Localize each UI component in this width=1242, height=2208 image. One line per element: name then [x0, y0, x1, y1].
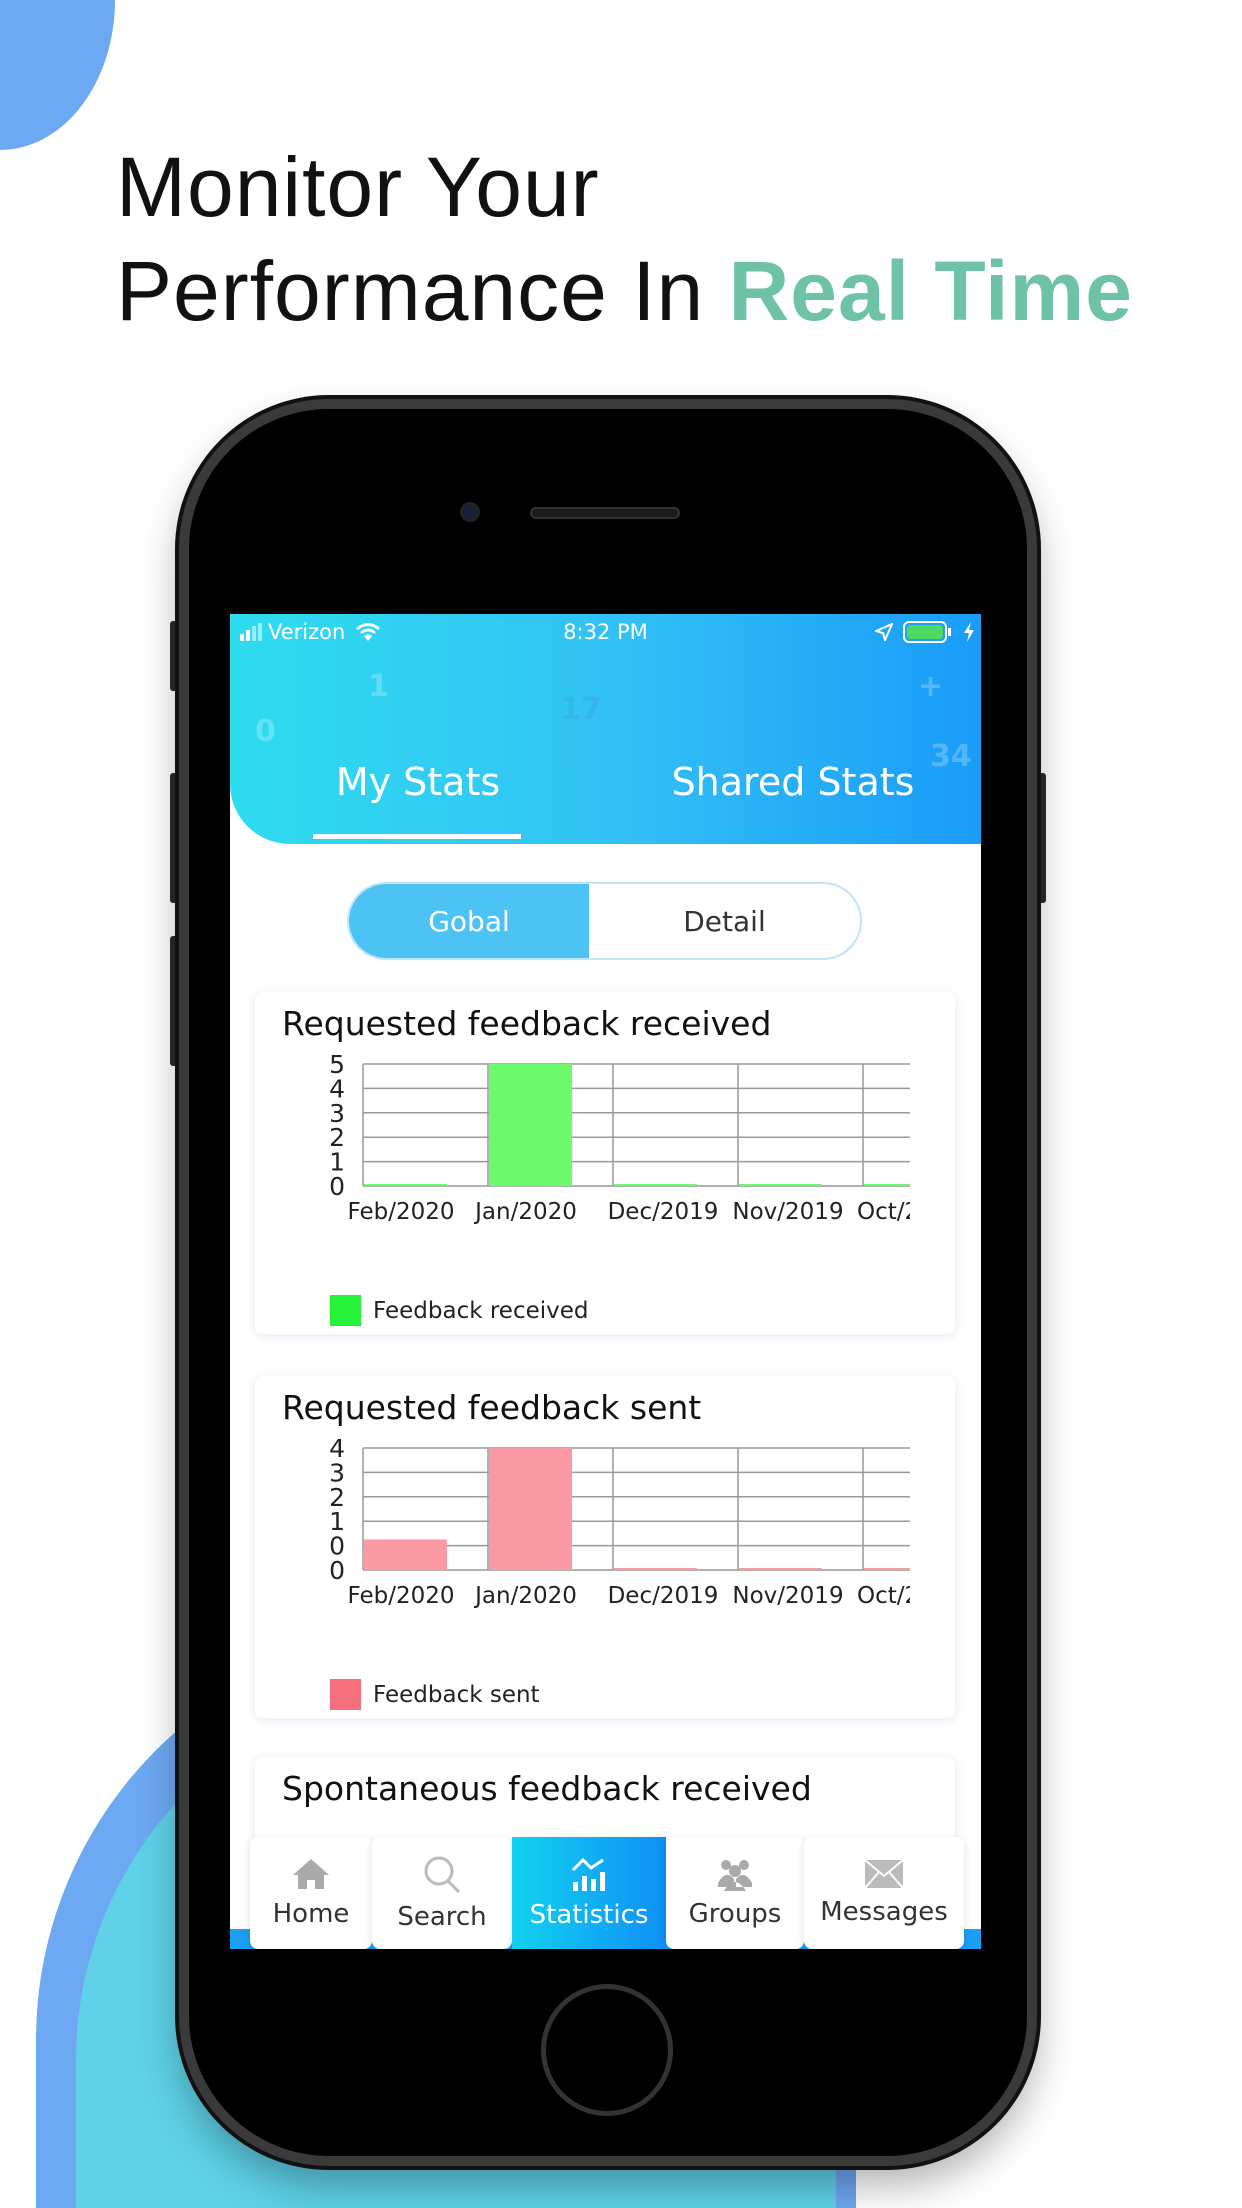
bar: [739, 1568, 822, 1570]
headline: Monitor Your Performance In Real Time: [116, 135, 1133, 343]
nav-label: Messages: [820, 1897, 948, 1927]
label-clip: [910, 1191, 955, 1231]
y-tick-label: 0: [329, 1556, 345, 1585]
home-icon: [293, 1859, 329, 1889]
nav-messages[interactable]: Messages: [804, 1837, 964, 1949]
card-title: Spontaneous feedback received: [282, 1769, 812, 1808]
location-icon: [875, 623, 893, 641]
search-icon: [424, 1856, 461, 1894]
nav-label: Statistics: [529, 1900, 649, 1930]
app-screen: 0 1 17 + 34 Verizon 8:32 PM My Stats Sha…: [230, 614, 981, 1949]
bar: [364, 1539, 447, 1570]
nav-statistics[interactable]: Statistics: [512, 1837, 666, 1949]
segment-detail[interactable]: Detail: [589, 884, 860, 958]
battery-icon: [903, 621, 951, 643]
bar: [614, 1568, 697, 1570]
x-tick-label: Oct/2: [857, 1583, 919, 1609]
bar: [364, 1184, 447, 1186]
x-tick-label: Jan/2020: [473, 1583, 577, 1609]
x-tick-label: Feb/2020: [347, 1199, 454, 1225]
legend-swatch: [330, 1679, 361, 1710]
nav-label: Groups: [688, 1899, 782, 1929]
clock: 8:32 PM: [563, 620, 648, 644]
tab-my-stats[interactable]: My Stats: [268, 760, 568, 804]
nav-groups[interactable]: Groups: [666, 1837, 804, 1949]
nav-label: Home: [272, 1899, 350, 1929]
bar: [614, 1184, 697, 1186]
envelope-icon: [864, 1859, 904, 1889]
home-button[interactable]: [541, 1984, 673, 2116]
headline-line2: Performance In Real Time: [116, 239, 1133, 343]
legend-label: Feedback received: [373, 1297, 589, 1324]
stats-header: 0 1 17 + 34 Verizon 8:32 PM My Stats Sha…: [230, 614, 981, 844]
label-clip: [910, 1575, 955, 1615]
bg-number: 1: [368, 669, 389, 704]
bg-number: +: [918, 669, 944, 704]
chart-legend: Feedback sent: [330, 1679, 540, 1710]
x-tick-label: Jan/2020: [473, 1199, 577, 1225]
y-tick-label: 0: [329, 1172, 345, 1201]
x-tick-label: Oct/2: [857, 1199, 919, 1225]
status-right: [875, 618, 975, 646]
active-tab-indicator: [313, 834, 521, 839]
segment-global[interactable]: Gobal: [349, 884, 589, 958]
headline-prefix: Performance In: [116, 244, 729, 338]
bar: [739, 1184, 822, 1186]
tab-shared-stats[interactable]: Shared Stats: [643, 760, 943, 804]
charging-icon: [964, 622, 974, 642]
nav-label: Search: [397, 1902, 487, 1932]
x-tick-label: Dec/2019: [608, 1199, 719, 1225]
bg-number: 0: [255, 714, 276, 749]
view-segmented-control: Gobal Detail: [347, 882, 862, 960]
bar: [864, 1568, 910, 1570]
decorative-circle: [0, 0, 115, 150]
bar: [489, 1064, 572, 1186]
nav-home[interactable]: Home: [250, 1837, 372, 1949]
bar: [864, 1184, 910, 1186]
bar-chart: 543210Feb/2020 Jan/2020 Dec/2019 Nov/2019 Oc…: [329, 1050, 955, 1231]
x-tick-label: Feb/2020: [347, 1583, 454, 1609]
nav-search[interactable]: Search: [372, 1837, 512, 1949]
speaker: [530, 507, 680, 519]
legend-label: Feedback sent: [373, 1681, 540, 1708]
x-tick-label: Nov/2019: [732, 1199, 843, 1225]
headline-line1: Monitor Your: [116, 140, 600, 234]
chart-card: Requested feedback received 5 4 3 2 1 0 Feb/20…: [255, 992, 955, 1334]
chart-legend: Feedback received: [330, 1295, 589, 1326]
groups-icon: [718, 1860, 752, 1891]
legend-swatch: [330, 1295, 361, 1326]
bg-number: 17: [560, 692, 602, 727]
headline-accent: Real Time: [728, 244, 1133, 338]
statistics-icon: [571, 1857, 605, 1891]
x-tick-label: Dec/2019: [608, 1583, 719, 1609]
bar: [489, 1448, 572, 1570]
x-tick-label: Nov/2019: [732, 1583, 843, 1609]
bottom-tab-bar: Home Search Statistics Groups Messages: [250, 1837, 964, 1949]
chart-card: Requested feedback sent 4 3 2 1 0 0 Feb/2020 Ja…: [255, 1376, 955, 1718]
camera: [460, 502, 480, 522]
bar-chart: 432100Feb/2020 Jan/2020 Dec/2019 Nov/2019 Oc…: [329, 1434, 955, 1615]
